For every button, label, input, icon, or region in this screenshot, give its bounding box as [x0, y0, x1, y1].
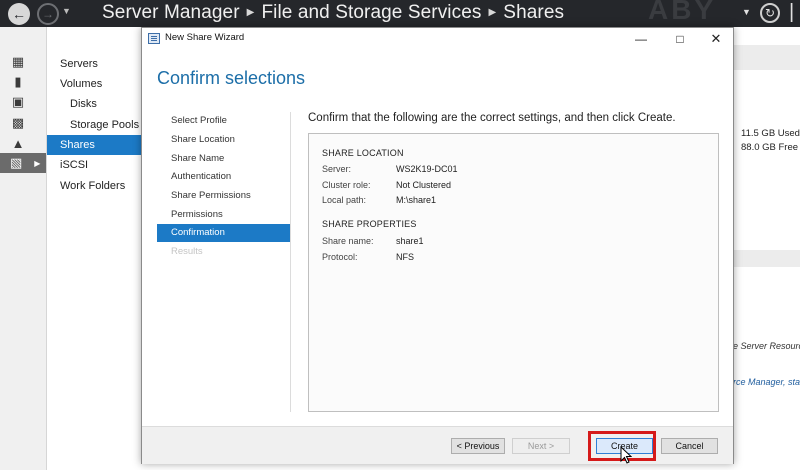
- server-label: Server:: [322, 164, 352, 174]
- cancel-button[interactable]: Cancel: [661, 438, 718, 454]
- forward-arrow-icon[interactable]: →: [37, 3, 59, 25]
- new-share-wizard-dialog: New Share Wizard — □ ✕ Confirm selection…: [141, 27, 734, 464]
- cluster-role-value: Not Clustered: [396, 180, 452, 190]
- dashboard-icon[interactable]: ▦: [10, 54, 26, 69]
- local-server-icon[interactable]: ▮: [10, 74, 26, 89]
- settings-summary-box: SHARE LOCATION Server: WS2K19-DC01 Clust…: [308, 133, 719, 412]
- cluster-role-label: Cluster role:: [322, 180, 371, 190]
- back-arrow-icon[interactable]: ←: [8, 3, 30, 25]
- breadcrumb-shares[interactable]: Shares: [503, 2, 564, 23]
- confirmation-instructions: Confirm that the following are the corre…: [308, 112, 676, 124]
- close-icon[interactable]: ✕: [699, 28, 733, 50]
- share-properties-heading: SHARE PROPERTIES: [322, 219, 417, 229]
- toolbar-divider: |: [789, 1, 795, 23]
- nav-item-shares[interactable]: Shares: [47, 135, 141, 155]
- local-path-label: Local path:: [322, 195, 367, 205]
- history-chevron-down-icon[interactable]: ▼: [62, 6, 71, 16]
- breadcrumb-separator-icon: ▶: [246, 7, 255, 18]
- wizard-titlebar: New Share Wizard — □ ✕: [142, 28, 733, 50]
- mouse-cursor-icon: [620, 446, 632, 464]
- wizard-app-icon: [148, 33, 160, 44]
- file-storage-services-icon[interactable]: ▧ ▶: [0, 153, 46, 173]
- step-authentication[interactable]: Authentication: [157, 168, 291, 186]
- breadcrumb-server-manager[interactable]: Server Manager: [102, 2, 240, 23]
- right-content-pane: [733, 27, 800, 470]
- server-manager-titlebar: ← → ▼ Server Manager ▶ File and Storage Se…: [0, 0, 800, 27]
- next-button: Next >: [512, 438, 570, 454]
- protocol-value: NFS: [396, 252, 414, 262]
- navigation-pane: Servers Volumes Disks Storage Pools Shar…: [47, 27, 142, 470]
- previous-button[interactable]: < Previous: [451, 438, 505, 454]
- breadcrumb-file-storage-services[interactable]: File and Storage Services: [261, 2, 481, 23]
- breadcrumb: Server Manager ▶ File and Storage Services…: [102, 2, 564, 24]
- local-path-value: M:\share1: [396, 195, 437, 205]
- icon-rail: ▦ ▮ ▣ ▩ ▲ ▧ ▶: [0, 27, 47, 470]
- share-name-label: Share name:: [322, 236, 374, 246]
- refresh-icon[interactable]: ↻: [760, 3, 780, 23]
- step-permissions[interactable]: Permissions: [157, 206, 291, 224]
- background-watermark-text: ABY: [648, 0, 717, 25]
- right-pane-section-strip: [733, 250, 800, 267]
- nav-item-disks[interactable]: Disks: [47, 94, 141, 114]
- maximize-icon[interactable]: □: [663, 28, 697, 50]
- wizard-title: New Share Wizard: [165, 32, 245, 43]
- right-pane-header-strip: [733, 45, 800, 70]
- volume-free-text: 88.0 GB Free Sp: [741, 142, 800, 153]
- share-name-value: share1: [396, 236, 424, 246]
- volume-used-text: 11.5 GB Used S: [741, 128, 800, 139]
- nav-item-iscsi[interactable]: iSCSI: [47, 155, 141, 175]
- steps-divider: [290, 112, 291, 412]
- step-share-permissions[interactable]: Share Permissions: [157, 187, 291, 205]
- share-location-heading: SHARE LOCATION: [322, 148, 404, 158]
- quota-note-text: e Server Resourc: [733, 341, 800, 351]
- expand-arrow-icon: ▶: [34, 158, 41, 168]
- file-services-icon[interactable]: ▩: [10, 115, 26, 130]
- all-servers-icon[interactable]: ▣: [10, 94, 26, 109]
- nav-item-servers[interactable]: Servers: [47, 54, 141, 74]
- resource-manager-link[interactable]: rce Manager, sta: [733, 377, 800, 387]
- minimize-icon[interactable]: —: [624, 28, 658, 50]
- roles-icon[interactable]: ▲: [10, 136, 26, 151]
- step-results: Results: [171, 246, 203, 257]
- step-share-name[interactable]: Share Name: [157, 150, 291, 168]
- page-title: Confirm selections: [157, 68, 306, 88]
- nav-item-work-folders[interactable]: Work Folders: [47, 176, 141, 196]
- step-confirmation[interactable]: Confirmation: [157, 224, 291, 242]
- step-select-profile[interactable]: Select Profile: [157, 112, 291, 130]
- file-storage-glyph-icon: ▧: [10, 155, 23, 170]
- protocol-label: Protocol:: [322, 252, 358, 262]
- chevron-down-icon[interactable]: ▼: [742, 7, 751, 17]
- nav-item-storage-pools[interactable]: Storage Pools: [47, 115, 141, 135]
- breadcrumb-separator-icon: ▶: [488, 7, 497, 18]
- server-value: WS2K19-DC01: [396, 164, 458, 174]
- step-share-location[interactable]: Share Location: [157, 131, 291, 149]
- nav-item-volumes[interactable]: Volumes: [47, 74, 141, 94]
